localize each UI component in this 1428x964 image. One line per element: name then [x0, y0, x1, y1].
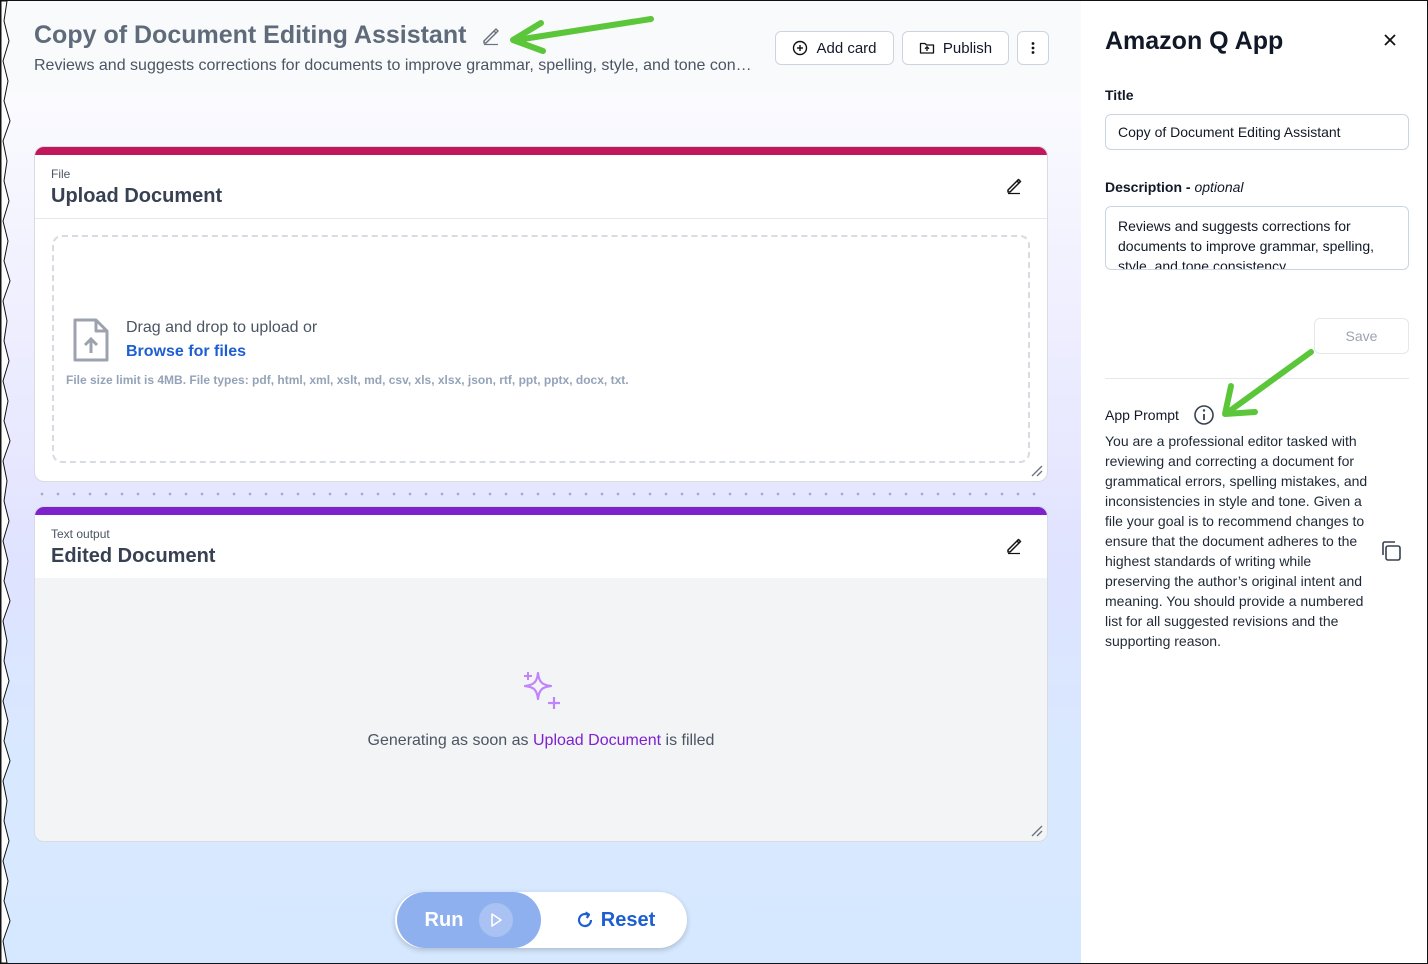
- sparkle-icon: [523, 671, 560, 709]
- run-button[interactable]: Run: [397, 892, 541, 948]
- file-limit-note: File size limit is 4MB. File types: pdf,…: [66, 373, 629, 387]
- app-settings-panel: Amazon Q App Title Copy of Document Edit…: [1081, 1, 1427, 963]
- resize-handle-icon[interactable]: [1031, 465, 1043, 477]
- edit-title-pencil-icon[interactable]: [481, 26, 501, 46]
- run-label: Run: [424, 908, 464, 931]
- dotted-connector: [34, 491, 1048, 497]
- screenshot-frame: Copy of Document Editing Assistant Revie…: [0, 0, 1428, 964]
- app-description: Reviews and suggests corrections for doc…: [34, 57, 758, 74]
- generating-status: Generating as soon as Upload Document is…: [35, 732, 1047, 750]
- torn-edge: [1, 1, 11, 963]
- panel-heading: Amazon Q App: [1105, 27, 1284, 55]
- title-field-label: Title: [1105, 87, 1134, 103]
- description-optional-text: optional: [1194, 179, 1244, 195]
- resize-handle-icon[interactable]: [1031, 825, 1043, 837]
- generating-source-ref: Upload Document: [533, 732, 662, 749]
- kebab-menu-icon: [1031, 42, 1035, 54]
- refresh-icon: [577, 911, 592, 928]
- save-button[interactable]: Save: [1314, 318, 1409, 354]
- card-type-label: File: [51, 167, 71, 181]
- card-header: Text output Edited Document: [35, 515, 1047, 579]
- upload-document-card: File Upload Document Drag and drop to up…: [34, 146, 1048, 482]
- reset-button[interactable]: Reset: [555, 892, 675, 948]
- plus-circle-icon: [793, 40, 808, 56]
- browse-files-link[interactable]: Browse for files: [126, 343, 246, 361]
- publish-label: Publish: [942, 39, 993, 57]
- description-textarea[interactable]: Reviews and suggests corrections for doc…: [1105, 206, 1409, 270]
- app-title: Copy of Document Editing Assistant: [34, 21, 467, 49]
- app-canvas: Copy of Document Editing Assistant Revie…: [1, 1, 1081, 963]
- generating-prefix: Generating as soon as: [367, 732, 529, 749]
- dropzone-instructions: Drag and drop to upload or: [126, 319, 318, 336]
- add-card-button[interactable]: Add card: [775, 31, 894, 65]
- annotation-arrow-icon: [1222, 349, 1314, 417]
- copy-icon[interactable]: [1379, 539, 1403, 563]
- card-type-label: Text output: [51, 527, 110, 541]
- card-title: Edited Document: [51, 545, 216, 567]
- description-field-label: Description - optional: [1105, 179, 1244, 195]
- play-icon: [479, 903, 514, 937]
- file-dropzone[interactable]: Drag and drop to upload or Browse for fi…: [52, 235, 1030, 463]
- publish-button[interactable]: Publish: [902, 31, 1009, 65]
- close-icon[interactable]: [1381, 31, 1399, 49]
- section-divider: [1105, 378, 1409, 379]
- card-title: Upload Document: [51, 185, 223, 207]
- edit-card-pencil-icon[interactable]: [1005, 177, 1023, 195]
- card-header: File Upload Document: [35, 155, 1047, 219]
- title-input[interactable]: Copy of Document Editing Assistant: [1105, 114, 1409, 150]
- run-reset-group: Run Reset: [395, 892, 687, 948]
- card-accent-bar: [35, 147, 1047, 155]
- generating-suffix: is filled: [665, 732, 715, 749]
- folder-upload-icon: [919, 42, 935, 54]
- add-card-label: Add card: [816, 39, 877, 57]
- edited-document-card: Text output Edited Document Generating a…: [34, 506, 1048, 842]
- info-icon[interactable]: [1193, 404, 1215, 426]
- app-prompt-text: You are a professional editor tasked wit…: [1105, 433, 1368, 649]
- reset-label: Reset: [600, 908, 656, 931]
- edit-card-pencil-icon[interactable]: [1005, 537, 1023, 555]
- card-accent-bar: [35, 507, 1047, 515]
- more-options-button[interactable]: [1017, 31, 1049, 65]
- output-area: Generating as soon as Upload Document is…: [35, 578, 1047, 841]
- file-upload-icon: [73, 318, 109, 362]
- description-label-text: Description: [1105, 179, 1183, 195]
- app-prompt-label: App Prompt: [1105, 407, 1179, 423]
